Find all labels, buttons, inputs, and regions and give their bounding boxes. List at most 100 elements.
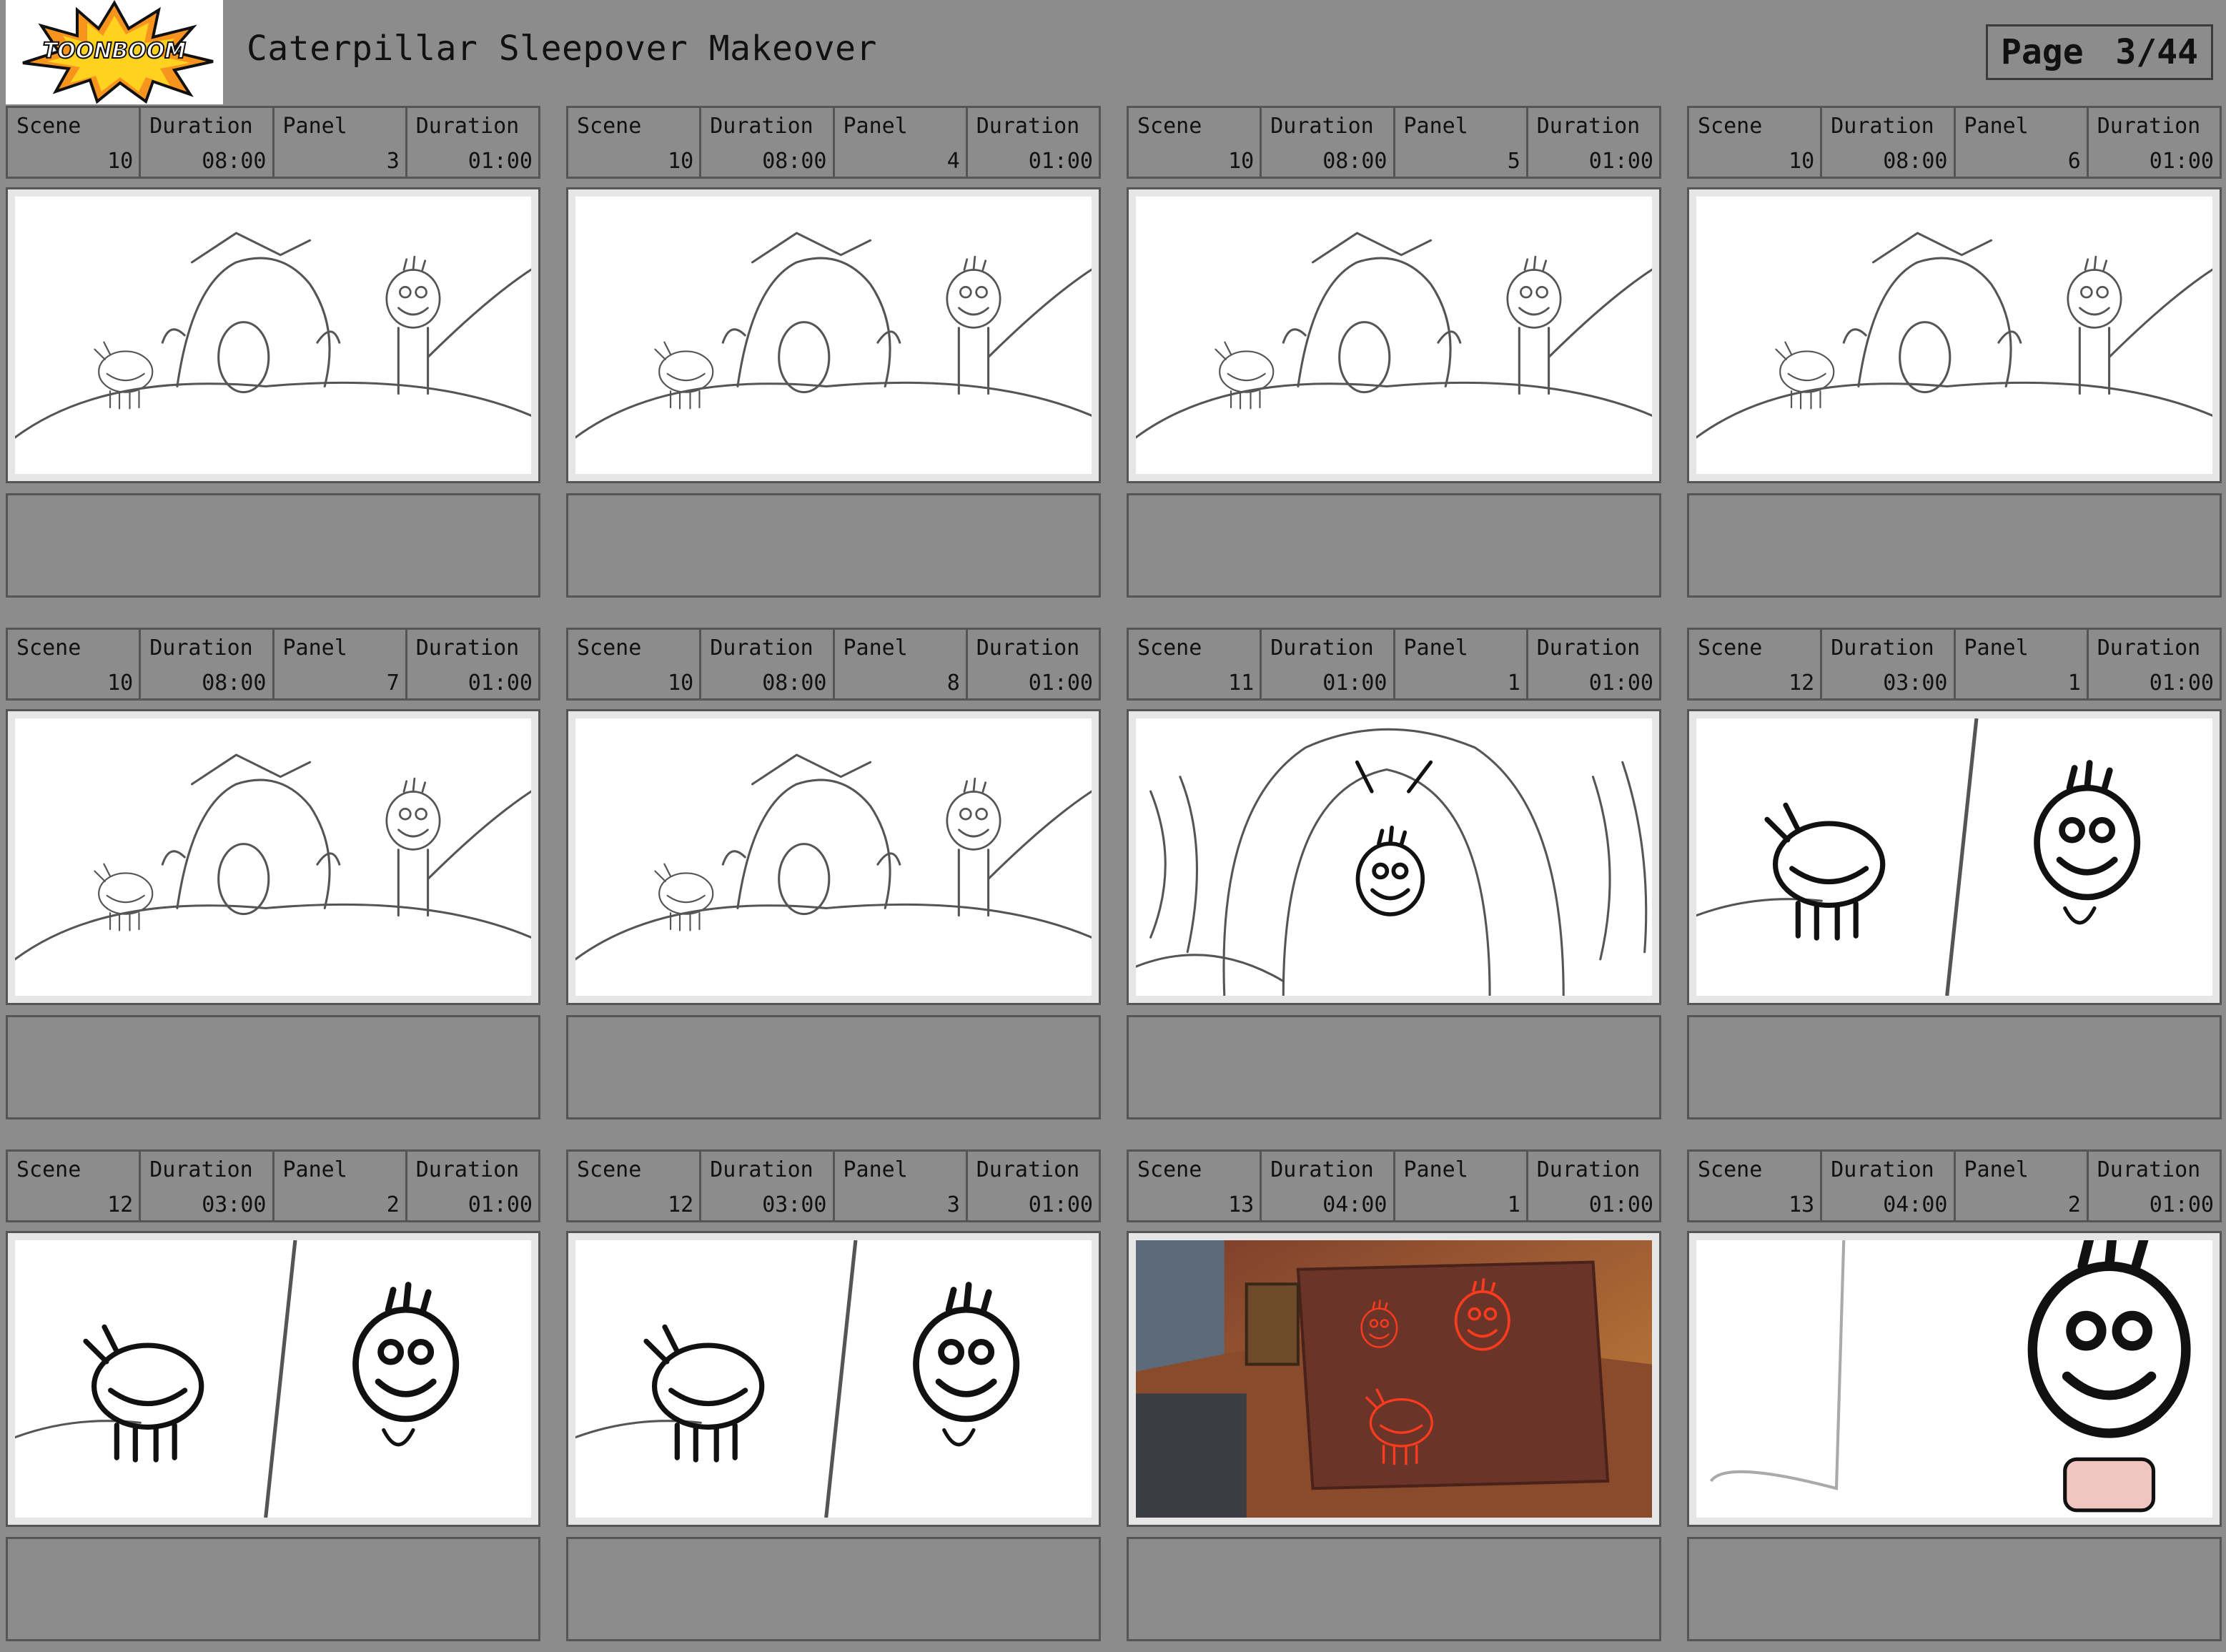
panel-image-frame[interactable] — [1687, 187, 2222, 483]
storyboard-panel-11[interactable]: Scene 13 Duration 04:00 Panel 1 Duration… — [1127, 1149, 1661, 1641]
duration-label: Duration — [1831, 114, 1934, 139]
panel-notes-box[interactable] — [6, 1537, 540, 1641]
scene-number: 10 — [668, 149, 694, 174]
panel-image-frame[interactable] — [6, 1231, 540, 1527]
duration-label: Duration — [1270, 1157, 1374, 1182]
storyboard-panel-7[interactable]: Scene 11 Duration 01:00 Panel 1 Duration… — [1127, 628, 1661, 1119]
panel-cell: Panel 2 — [274, 1152, 407, 1220]
panel-sketch-split-two — [15, 1240, 531, 1518]
panel-image-frame[interactable] — [566, 709, 1101, 1005]
panel-label: Panel — [1964, 635, 2029, 661]
panel-label: Panel — [1403, 635, 1468, 661]
storyboard-panel-4[interactable]: Scene 10 Duration 08:00 Panel 6 Duration… — [1687, 106, 2222, 598]
panel-image-frame[interactable] — [566, 1231, 1101, 1527]
panel-label: Panel — [1403, 114, 1468, 139]
scene-duration-cell: Duration 08:00 — [701, 630, 835, 698]
scene-cell: Scene 10 — [8, 108, 142, 177]
panel-notes-box[interactable] — [1687, 1015, 2222, 1119]
page-label: Page — [2001, 32, 2084, 72]
panel-duration-value: 01:00 — [2149, 149, 2214, 174]
scene-number: 11 — [1228, 671, 1255, 696]
scene-cell: Scene 13 — [1129, 1152, 1262, 1220]
scene-cell: Scene 11 — [1129, 630, 1262, 698]
panel-notes-box[interactable] — [6, 1015, 540, 1119]
storyboard-panel-1[interactable]: Scene 10 Duration 08:00 Panel 3 Duration… — [6, 106, 540, 598]
scene-number: 10 — [668, 671, 694, 696]
scene-label: Scene — [16, 635, 81, 661]
logo-text: TOONBOOM — [42, 38, 187, 64]
panel-cell: Panel 3 — [274, 108, 407, 177]
storyboard-panel-5[interactable]: Scene 10 Duration 08:00 Panel 7 Duration… — [6, 628, 540, 1119]
panel-notes-box[interactable] — [566, 1015, 1101, 1119]
duration-label: Duration — [976, 635, 1080, 661]
panel-image-frame[interactable] — [6, 187, 540, 483]
panel-notes-box[interactable] — [1127, 493, 1661, 598]
panel-sketch-split-two — [1696, 718, 2212, 996]
duration-label: Duration — [2097, 635, 2201, 661]
scene-duration-value: 01:00 — [1322, 671, 1387, 696]
panel-duration-cell: Duration 01:00 — [2089, 630, 2220, 698]
panel-image-frame[interactable] — [1687, 709, 2222, 1005]
scene-cell: Scene 10 — [1129, 108, 1262, 177]
panel-sketch-wide-tent — [575, 718, 1092, 996]
scene-duration-value: 08:00 — [1883, 149, 1948, 174]
storyboard-panel-2[interactable]: Scene 10 Duration 08:00 Panel 4 Duration… — [566, 106, 1101, 598]
panel-notes-box[interactable] — [1687, 1537, 2222, 1641]
scene-duration-value: 08:00 — [202, 149, 267, 174]
duration-label: Duration — [1831, 635, 1934, 661]
panel-image-frame[interactable] — [1127, 187, 1661, 483]
page-header: TOONBOOM Caterpillar Sleepover Makeover … — [0, 0, 2226, 106]
storyboard-panel-10[interactable]: Scene 12 Duration 03:00 Panel 3 Duration… — [566, 1149, 1101, 1641]
scene-duration-value: 04:00 — [1322, 1192, 1387, 1217]
duration-label: Duration — [710, 635, 813, 661]
duration-label: Duration — [1270, 114, 1374, 139]
panel-info-bar: Scene 10 Duration 08:00 Panel 7 Duration… — [6, 628, 540, 701]
panel-notes-box[interactable] — [1127, 1537, 1661, 1641]
storyboard-panel-9[interactable]: Scene 12 Duration 03:00 Panel 2 Duration… — [6, 1149, 540, 1641]
panel-label: Panel — [1403, 1157, 1468, 1182]
storyboard-panel-6[interactable]: Scene 10 Duration 08:00 Panel 8 Duration… — [566, 628, 1101, 1119]
scene-duration-value: 03:00 — [762, 1192, 827, 1217]
scene-duration-value: 08:00 — [1322, 149, 1387, 174]
panel-notes-box[interactable] — [566, 1537, 1101, 1641]
panel-cell: Panel 1 — [1956, 630, 2089, 698]
storyboard-panel-3[interactable]: Scene 10 Duration 08:00 Panel 5 Duration… — [1127, 106, 1661, 598]
panel-label: Panel — [1964, 114, 2029, 139]
scene-cell: Scene 12 — [8, 1152, 142, 1220]
panel-image-frame[interactable] — [1127, 709, 1661, 1005]
panel-number: 1 — [1507, 671, 1520, 696]
panel-duration-cell: Duration 01:00 — [1528, 108, 1659, 177]
storyboard-panel-12[interactable]: Scene 13 Duration 04:00 Panel 2 Duration… — [1687, 1149, 2222, 1641]
panel-info-bar: Scene 10 Duration 08:00 Panel 8 Duration… — [566, 628, 1101, 701]
panel-notes-box[interactable] — [1687, 493, 2222, 598]
scene-duration-value: 08:00 — [202, 671, 267, 696]
storyboard-panel-8[interactable]: Scene 12 Duration 03:00 Panel 1 Duration… — [1687, 628, 2222, 1119]
panel-info-bar: Scene 10 Duration 08:00 Panel 3 Duration… — [6, 106, 540, 179]
panel-number: 7 — [386, 671, 400, 696]
panel-notes-box[interactable] — [1127, 1015, 1661, 1119]
duration-label: Duration — [976, 1157, 1080, 1182]
panel-notes-box[interactable] — [6, 493, 540, 598]
panel-number: 2 — [386, 1192, 400, 1217]
panel-image-frame[interactable] — [1127, 1231, 1661, 1527]
panel-image-frame[interactable] — [6, 709, 540, 1005]
duration-label: Duration — [976, 114, 1080, 139]
panel-duration-value: 01:00 — [1588, 1192, 1653, 1217]
panel-duration-value: 01:00 — [2149, 671, 2214, 696]
panel-cell: Panel 1 — [1395, 630, 1528, 698]
scene-cell: Scene 10 — [568, 630, 702, 698]
scene-cell: Scene 12 — [568, 1152, 702, 1220]
panel-image-frame[interactable] — [566, 187, 1101, 483]
panel-notes-box[interactable] — [566, 493, 1101, 598]
panel-cell: Panel 8 — [835, 630, 968, 698]
panel-label: Panel — [282, 1157, 347, 1182]
panel-info-bar: Scene 10 Duration 08:00 Panel 4 Duration… — [566, 106, 1101, 179]
page-number: 3/44 — [2115, 32, 2198, 72]
panel-sketch-tent-closeup — [1136, 718, 1652, 996]
scene-duration-cell: Duration 04:00 — [1822, 1152, 1956, 1220]
scene-duration-value: 04:00 — [1883, 1192, 1948, 1217]
panel-image-frame[interactable] — [1687, 1231, 2222, 1527]
scene-number: 10 — [107, 671, 134, 696]
toonboom-logo: TOONBOOM — [6, 0, 223, 104]
panel-duration-cell: Duration 01:00 — [407, 630, 538, 698]
